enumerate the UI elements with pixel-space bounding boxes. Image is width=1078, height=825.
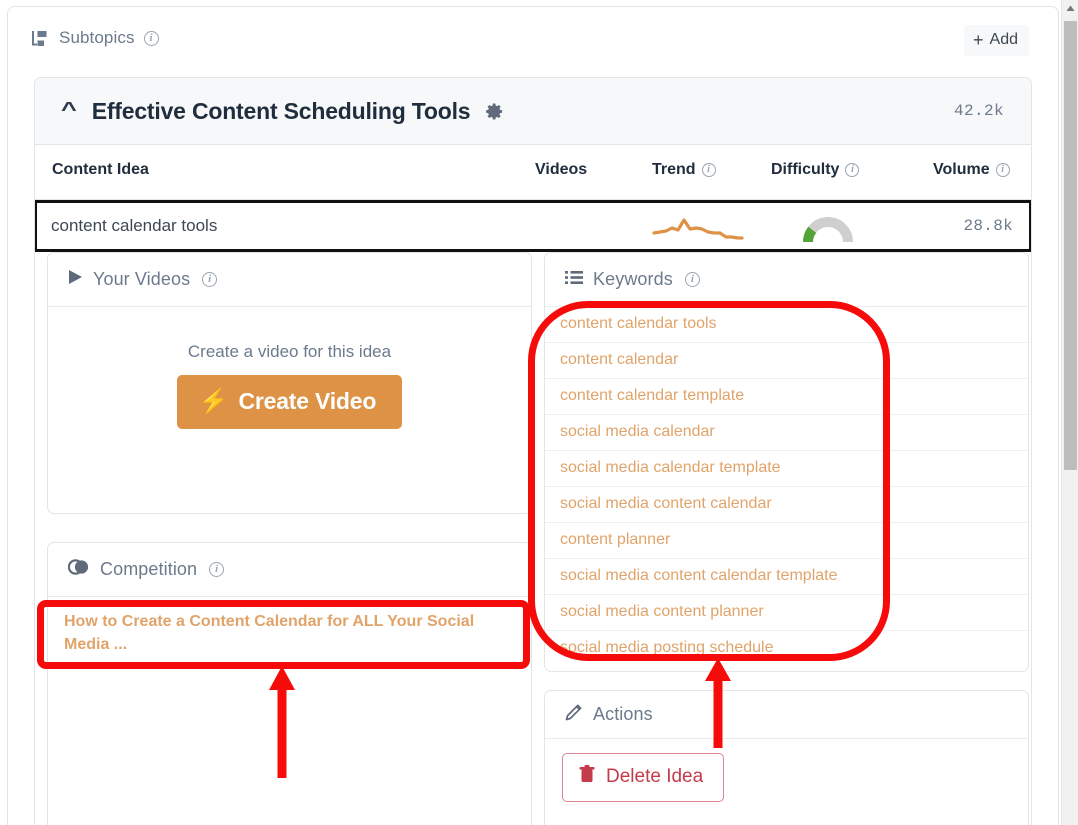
list-item[interactable]: How to Create a Content Calendar for ALL…: [48, 597, 531, 670]
subtopic-volume: 42.2k: [954, 102, 1004, 120]
chevron-up-icon[interactable]: ^: [61, 100, 77, 120]
column-label: Content Idea: [52, 161, 149, 179]
pencil-icon: [565, 703, 583, 726]
list-item[interactable]: social media calendar template: [545, 451, 1028, 487]
column-label: Trend: [652, 161, 696, 179]
competition-list: How to Create a Content Calendar for ALL…: [48, 597, 531, 670]
list-item[interactable]: social media calendar: [545, 415, 1028, 451]
keywords-title: Keywords: [593, 269, 673, 290]
delete-idea-button[interactable]: Delete Idea: [562, 753, 724, 802]
column-label: Difficulty: [771, 161, 839, 179]
your-videos-empty-state: Create a video for this idea ⚡ Create Vi…: [48, 307, 531, 429]
idea-volume: 28.8k: [963, 217, 1013, 235]
plus-icon: +: [973, 31, 984, 49]
trash-icon: [579, 765, 595, 789]
info-icon[interactable]: i: [845, 163, 859, 177]
panel-frame: Subtopics i + Add ^ Effective Content Sc…: [7, 6, 1059, 825]
info-icon[interactable]: i: [144, 31, 159, 46]
actions-panel: Actions Delete Idea: [544, 690, 1029, 825]
info-icon[interactable]: i: [209, 562, 224, 577]
scrollbar-thumb[interactable]: [1064, 21, 1077, 470]
column-label: Videos: [535, 161, 587, 179]
info-icon[interactable]: i: [996, 163, 1010, 177]
trend-sparkline: [652, 216, 744, 249]
create-video-hint: Create a video for this idea: [48, 342, 531, 362]
table-row[interactable]: content calendar tools 28.8k: [34, 200, 1032, 252]
column-header-videos: Videos: [535, 161, 587, 179]
list-item[interactable]: content planner: [545, 523, 1028, 559]
bolt-icon: ⚡: [199, 390, 229, 414]
add-button[interactable]: + Add: [964, 25, 1029, 56]
competition-header: Competition i: [48, 543, 531, 597]
list-item[interactable]: content calendar template: [545, 379, 1028, 415]
list-item[interactable]: content calendar tools: [545, 307, 1028, 343]
app-root: Subtopics i + Add ^ Effective Content Sc…: [0, 0, 1078, 825]
subtopics-toolbar: Subtopics i + Add: [8, 7, 1042, 60]
actions-header: Actions: [545, 691, 1028, 739]
info-icon[interactable]: i: [685, 272, 700, 287]
subtopics-title: Subtopics: [59, 28, 135, 48]
column-header-volume: Volume i: [933, 161, 1010, 179]
ideas-table-header: Content Idea Videos Trend i Difficulty i…: [35, 145, 1031, 200]
vertical-scrollbar[interactable]: [1061, 0, 1078, 825]
your-videos-header: Your Videos i: [48, 253, 531, 307]
your-videos-panel: Your Videos i Create a video for this id…: [47, 252, 532, 514]
your-videos-title: Your Videos: [93, 269, 190, 290]
list-item[interactable]: content calendar: [545, 343, 1028, 379]
gear-icon[interactable]: [470, 102, 504, 121]
keywords-list: content calendar toolscontent calendarco…: [545, 307, 1028, 666]
info-icon[interactable]: i: [702, 163, 716, 177]
column-header-trend: Trend i: [652, 161, 716, 179]
column-header-content-idea: Content Idea: [52, 161, 149, 179]
list-item[interactable]: social media content planner: [545, 595, 1028, 631]
create-video-label: Create Video: [238, 388, 376, 415]
keywords-panel: Keywords i content calendar toolscontent…: [544, 252, 1029, 672]
competition-panel: Competition i How to Create a Content Ca…: [47, 542, 532, 825]
content-idea-name: content calendar tools: [51, 216, 217, 236]
subtopic-card: ^ Effective Content Scheduling Tools 42.…: [34, 77, 1032, 825]
idea-detail-body: Your Videos i Create a video for this id…: [35, 252, 1031, 825]
subtopics-heading: Subtopics i: [31, 28, 159, 48]
list-icon: [565, 270, 583, 290]
sitemap-icon: [31, 30, 50, 47]
actions-body: Delete Idea: [545, 739, 1028, 802]
create-video-button[interactable]: ⚡ Create Video: [177, 375, 402, 429]
competition-title: Competition: [100, 559, 197, 580]
info-icon[interactable]: i: [202, 272, 217, 287]
subtopic-header[interactable]: ^ Effective Content Scheduling Tools 42.…: [35, 78, 1031, 145]
list-item[interactable]: social media content calendar: [545, 487, 1028, 523]
play-icon: [68, 269, 83, 290]
list-item[interactable]: social media posting schedule: [545, 631, 1028, 666]
column-label: Volume: [933, 161, 990, 179]
scroll-up-arrow-icon[interactable]: [1062, 0, 1078, 17]
add-button-label: Add: [990, 31, 1018, 49]
column-header-difficulty: Difficulty i: [771, 161, 859, 179]
subtopic-title: Effective Content Scheduling Tools: [92, 98, 471, 125]
list-item[interactable]: social media content calendar template: [545, 559, 1028, 595]
actions-title: Actions: [593, 704, 653, 725]
keywords-header: Keywords i: [545, 253, 1028, 307]
difficulty-gauge: [802, 215, 854, 250]
overlapping-circles-icon: [68, 559, 90, 580]
delete-idea-label: Delete Idea: [606, 766, 703, 788]
